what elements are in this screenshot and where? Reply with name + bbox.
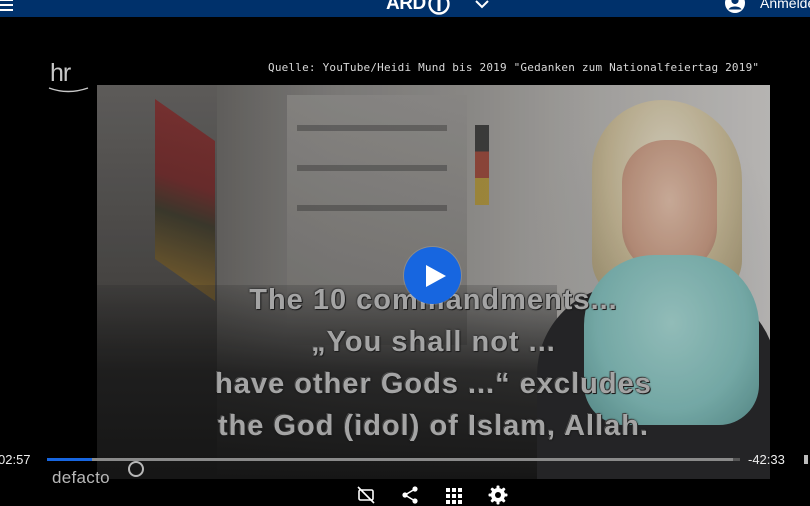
login-button[interactable]: Anmelden	[724, 0, 810, 14]
show-logo-ring-icon	[128, 461, 144, 477]
progress-bar[interactable]	[47, 458, 740, 461]
subtitle-line: have other Gods ...“ excludes	[215, 368, 652, 400]
top-navigation-bar: ARD Anmelden	[0, 0, 810, 17]
show-logo: defacto	[52, 468, 110, 487]
ard-one-icon	[427, 0, 450, 15]
ard-logo[interactable]: ARD	[386, 0, 451, 16]
progress-fill	[47, 458, 93, 461]
fullscreen-edge-icon[interactable]	[804, 455, 808, 464]
broadcaster-logo: hr	[50, 59, 71, 87]
subtitle-line: „You shall not ...	[311, 326, 556, 358]
source-caption: Quelle: YouTube/Heidi Mund bis 2019 "Ged…	[268, 61, 760, 74]
subtitle-line: the God (idol) of Islam, Allah.	[217, 410, 650, 442]
time-remaining: -42:33	[748, 452, 785, 467]
play-button[interactable]	[404, 247, 461, 304]
play-icon	[426, 264, 446, 287]
progress-buffered	[92, 458, 734, 461]
chevron-down-icon[interactable]	[472, 0, 492, 14]
time-elapsed: 02:57	[0, 452, 31, 467]
login-label: Anmelden	[760, 0, 810, 11]
hamburger-menu-icon[interactable]	[0, 0, 15, 14]
logo-text: ARD	[386, 0, 426, 14]
video-player[interactable]: hr Quelle: YouTube/Heidi Mund bis 2019 "…	[0, 17, 810, 505]
broadcaster-swoosh-icon	[48, 87, 89, 93]
burned-in-subtitle: The 10 commandments... „You shall not ..…	[97, 279, 770, 447]
user-circle-icon	[725, 0, 745, 13]
